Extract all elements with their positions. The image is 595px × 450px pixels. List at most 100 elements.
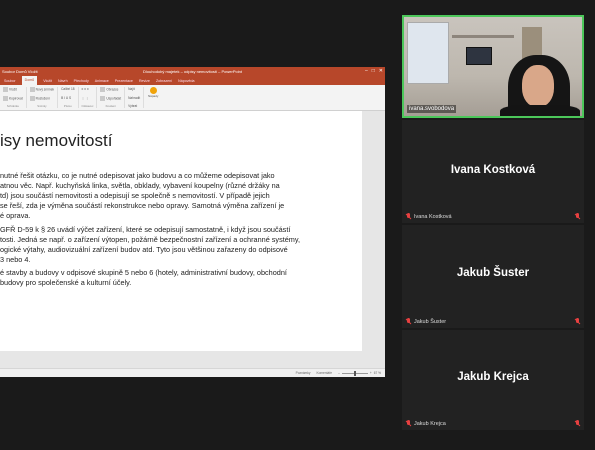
- arrange-icon: [100, 95, 106, 101]
- participant-tile[interactable]: Jakub Šuster Jakub Šuster: [402, 225, 584, 328]
- text-line: nutné řešit otázku, co je nutné odepisov…: [0, 171, 275, 180]
- mic-off-icon: [405, 420, 411, 427]
- participant-face: [522, 65, 554, 107]
- text-line: ogické výtahy, audiovizuální zařízení bu…: [0, 245, 288, 254]
- paste-icon: [3, 87, 8, 92]
- text-line: atnou věc. Např. kuchyňská linka, světla…: [0, 181, 280, 190]
- copy-icon: [3, 95, 8, 101]
- ribbon-group-clipboard: Vložit Kopírovat Schránka: [3, 87, 27, 108]
- tab-domu[interactable]: Domů: [21, 76, 38, 85]
- font-select[interactable]: Calibri 18: [61, 87, 74, 91]
- slide-paragraph: nutné řešit otázku, co je nutné odepisov…: [0, 171, 340, 221]
- zoom-in-icon[interactable]: +: [370, 371, 372, 375]
- slide-editing-area: isy nemovitostí nutné řešit otázku, co j…: [0, 111, 385, 366]
- design-ideas-label: Nápady: [147, 94, 159, 98]
- slide-title: isy nemovitostí: [0, 131, 113, 150]
- maximize-icon[interactable]: □: [372, 67, 375, 76]
- group-label: Snímky: [37, 104, 47, 108]
- tab-soubor[interactable]: Soubor: [4, 79, 16, 83]
- text-line: é stavby a budovy v odpisové skupině 5 n…: [0, 268, 287, 277]
- comments-button[interactable]: Komentáře: [316, 371, 332, 375]
- zoom-control[interactable]: – + 67 %: [338, 370, 381, 376]
- list-buttons[interactable]: ⋮ ⋮: [82, 96, 94, 100]
- zoom-out-icon[interactable]: –: [338, 371, 340, 375]
- background-monitor: [466, 47, 492, 65]
- font-style-buttons[interactable]: B I U S: [61, 96, 74, 100]
- slide-paragraph: é stavby a budovy v odpisové skupině 5 n…: [0, 268, 340, 288]
- notes-button[interactable]: Poznámky: [296, 371, 311, 375]
- mic-off-icon: [574, 318, 580, 325]
- layout-label: Rozložení: [35, 95, 50, 100]
- participant-display-name: Ivana Kostková: [450, 164, 536, 176]
- shapes-label: Obrazce: [106, 87, 119, 92]
- design-ideas-button[interactable]: Nápady: [147, 87, 159, 108]
- arrange-label: Uspořádat: [106, 95, 122, 100]
- participant-footer: Ivana Kostková: [405, 213, 452, 220]
- tab-vlozit[interactable]: Vložit: [43, 79, 52, 83]
- tab-napoveda[interactable]: Nápověda: [178, 79, 194, 83]
- select-button[interactable]: Vybrat: [128, 104, 140, 108]
- shared-screen-powerpoint: Soubor Domů Vložit Dlouhodobý majetek – …: [0, 67, 385, 377]
- participant-body: [500, 105, 580, 116]
- replace-button[interactable]: Nahradit: [128, 96, 140, 100]
- tab-zobrazeni[interactable]: Zobrazení: [156, 79, 172, 83]
- align-buttons[interactable]: ≡ ≡ ≡: [82, 87, 94, 91]
- ppt-title-bar: Soubor Domů Vložit Dlouhodobý majetek – …: [0, 67, 385, 76]
- find-button[interactable]: Najít: [128, 87, 140, 91]
- new-slide-icon: [29, 87, 35, 92]
- slide[interactable]: isy nemovitostí nutné řešit otázku, co j…: [0, 111, 362, 351]
- tab-revize[interactable]: Revize: [139, 79, 150, 83]
- group-label: Odstavec: [81, 104, 94, 108]
- text-line: é oprava.: [0, 211, 31, 220]
- ribbon-group-paragraph: ≡ ≡ ≡ ⋮ ⋮ Odstavec: [82, 87, 98, 108]
- mic-off-icon: [574, 420, 580, 427]
- tab-navrh[interactable]: Návrh: [58, 79, 68, 83]
- mic-off-icon: [405, 213, 411, 220]
- arrange-button[interactable]: Uspořádat: [100, 95, 122, 101]
- tab-animace[interactable]: Animace: [95, 79, 109, 83]
- new-slide-button[interactable]: Nový snímek: [29, 87, 55, 92]
- window-controls: – □ ✕: [365, 67, 383, 76]
- group-label: Písmo: [63, 104, 72, 108]
- ribbon-group-font: Calibri 18 B I U S Písmo: [61, 87, 79, 108]
- ribbon-tabs: Soubor Domů Vložit Návrh Přechody Animac…: [0, 76, 385, 85]
- participant-tile-video[interactable]: ivana.svobodova: [402, 15, 584, 118]
- text-line: td) jsou součástí nemovitosti a odepisuj…: [0, 191, 270, 200]
- ribbon-group-editing: Najít Nahradit Vybrat: [128, 87, 145, 108]
- tab-prezentace[interactable]: Prezentace: [115, 79, 133, 83]
- quick-access-toolbar[interactable]: Soubor Domů Vložit: [2, 67, 38, 76]
- minimize-icon[interactable]: –: [365, 67, 368, 76]
- zoom-level: 67 %: [373, 371, 381, 375]
- window-title: Dlouhodobý majetek – odpisy nemovitostí …: [143, 69, 242, 74]
- mic-off-icon: [405, 318, 411, 325]
- mic-off-icon: [574, 213, 580, 220]
- layout-icon: [29, 95, 35, 101]
- participant-name: Jakub Šuster: [414, 318, 447, 325]
- participant-tile[interactable]: Jakub Krejca Jakub Krejca: [402, 330, 584, 430]
- layout-button[interactable]: Rozložení: [29, 95, 54, 101]
- text-line: 3 nebo 4.: [0, 255, 31, 264]
- shapes-icon: [100, 87, 106, 92]
- participant-display-name: Jakub Šuster: [456, 267, 530, 279]
- new-slide-label: Nový snímek: [35, 87, 55, 92]
- group-label: Schránka: [6, 104, 19, 108]
- ppt-status-bar: Poznámky Komentáře – + 67 %: [0, 368, 385, 377]
- participant-tile[interactable]: Ivana Kostková Ivana Kostková: [402, 120, 584, 223]
- participant-name-tag: ivana.svobodova: [407, 105, 457, 113]
- shapes-button[interactable]: Obrazce: [100, 87, 121, 92]
- tab-prechody[interactable]: Přechody: [74, 79, 89, 83]
- lightbulb-icon: [149, 87, 157, 94]
- ribbon: Vložit Kopírovat Schránka Nový snímek Ro…: [0, 85, 385, 111]
- copy-label: Kopírovat: [9, 95, 23, 100]
- close-icon[interactable]: ✕: [379, 67, 383, 76]
- paste-button[interactable]: Vložit: [3, 87, 23, 92]
- ribbon-group-slides: Nový snímek Rozložení Snímky: [29, 87, 59, 108]
- background-shelf: [452, 35, 514, 38]
- copy-button[interactable]: Kopírovat: [3, 95, 23, 101]
- text-line: tosti. Jedná se např. o zařízení výtopen…: [0, 235, 301, 244]
- zoom-slider[interactable]: [341, 370, 368, 376]
- paste-label: Vložit: [9, 87, 17, 92]
- participant-footer: Jakub Šuster: [405, 318, 446, 325]
- participant-name: Jakub Krejca: [414, 420, 446, 427]
- text-line: GFŘ D-59 k § 26 uvádí výčet zařízení, kt…: [0, 225, 291, 234]
